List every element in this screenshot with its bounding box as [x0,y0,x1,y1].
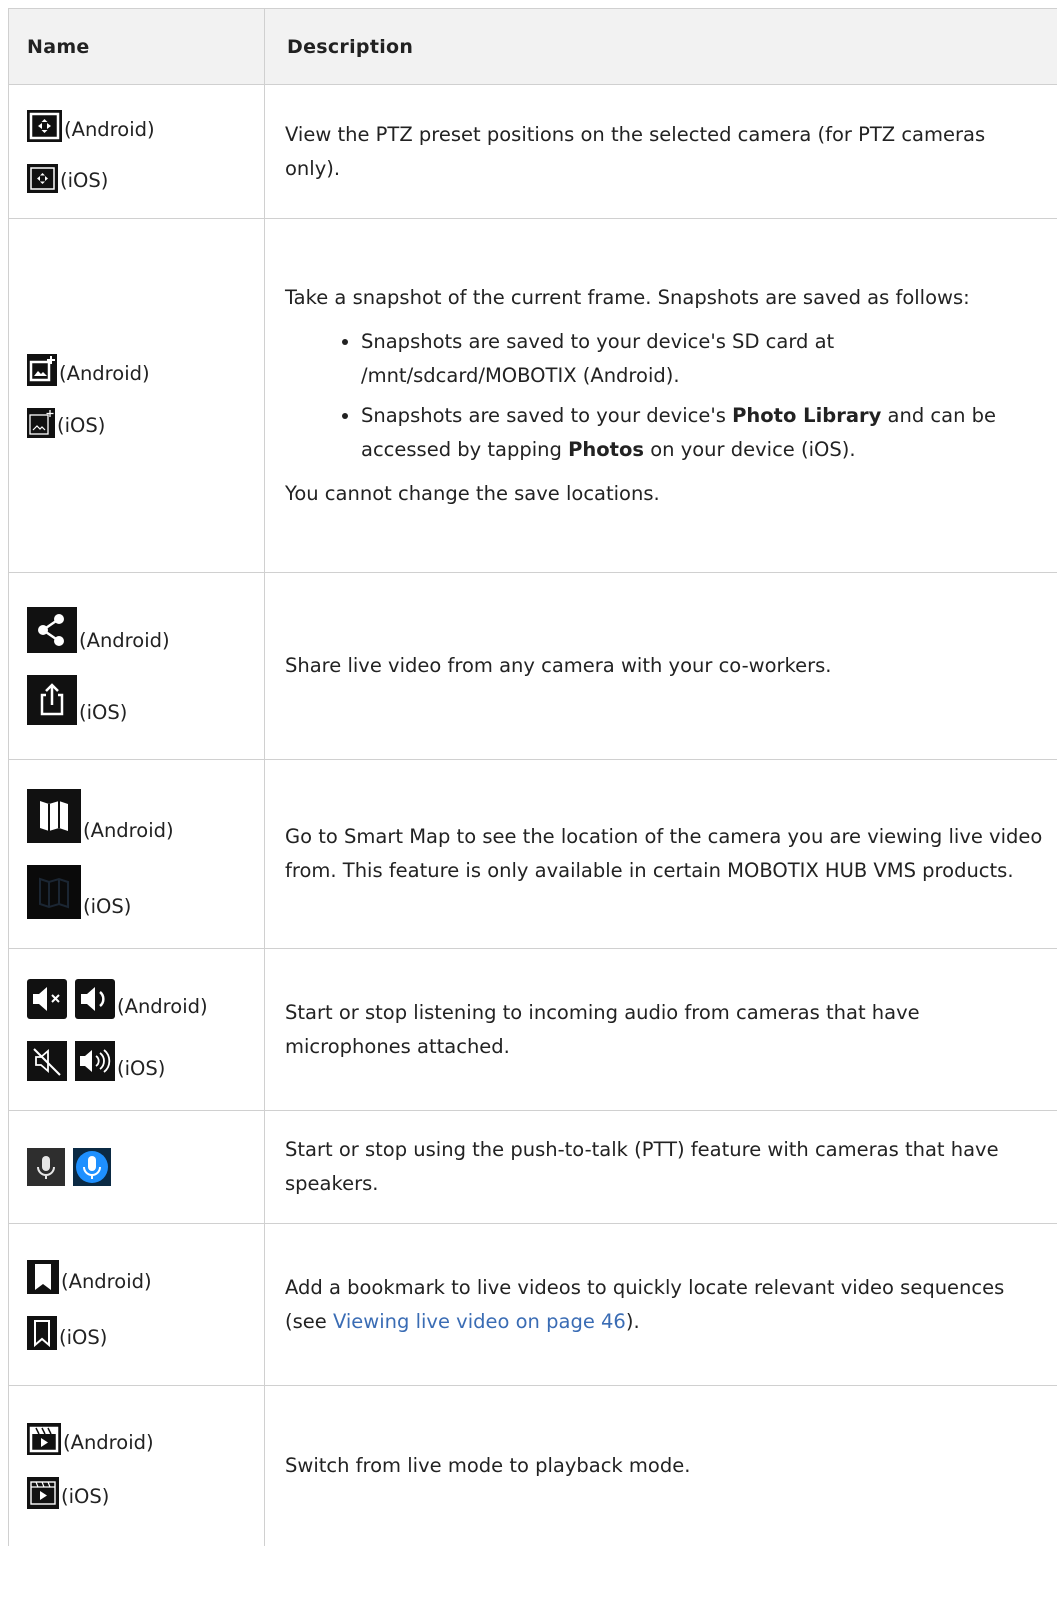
table-row: (Android) (iOS) Switch from live mode to… [9,1386,1057,1546]
description-cell: Go to Smart Map to see the location of t… [265,760,1057,948]
description-cell: Switch from live mode to playback mode. [265,1386,1057,1546]
android-label: (Android) [59,361,150,385]
table-row: (Android) (iOS) Take a snapshot of the c… [9,219,1057,573]
table-row: (Android) (iOS) Start or stop listening … [9,949,1057,1111]
column-header-name: Name [9,9,265,84]
speaker-on-icon[interactable] [75,978,115,1019]
speaker-on-ios-icon[interactable] [75,1040,115,1081]
ios-label: (iOS) [79,701,128,724]
icon-cell: (Android) (iOS) [9,1224,265,1385]
photos-term: Photos [568,437,645,461]
android-label: (Android) [83,819,174,842]
description-text: Share live video from any camera with yo… [285,654,832,677]
snapshot-ios-icon [27,407,55,438]
share-ios-icon [27,675,77,725]
ios-label: (iOS) [83,895,132,918]
android-label: (Android) [117,994,208,1018]
android-label: (Android) [63,1431,154,1454]
description-intro: Take a snapshot of the current frame. Sn… [285,285,970,309]
microphone-icon[interactable] [27,1148,65,1186]
description-outro: You cannot change the save locations. [285,481,660,505]
description-cell: Add a bookmark to live videos to quickly… [265,1224,1057,1385]
icon-cell: (Android) (iOS) [9,573,265,759]
icon-cell [9,1111,265,1223]
android-label: (Android) [79,629,170,652]
map-android-icon [27,789,81,843]
description-text: View the PTZ preset positions on the sel… [285,122,986,180]
icon-cell: (Android) (iOS) [9,1386,265,1546]
icon-reference-table: Name Description (Android) (iOS) View th… [8,8,1057,1546]
table-row: (Android) (iOS) Go to Smart Map to see t… [9,760,1057,949]
android-label: (Android) [64,118,155,141]
playback-android-icon [27,1423,61,1455]
ios-label: (iOS) [57,413,106,437]
photo-library-term: Photo Library [732,403,882,427]
description-text: Go to Smart Map to see the location of t… [285,825,1043,882]
table-row: Start or stop using the push-to-talk (PT… [9,1111,1057,1224]
table-row: (Android) (iOS) Share live video from an… [9,573,1057,760]
speaker-muted-icon[interactable] [27,978,67,1019]
bookmark-ios-icon [27,1315,57,1350]
map-ios-icon [27,865,81,919]
description-text: Add a bookmark to live videos to quickly… [285,1275,1005,1333]
table-row: (Android) (iOS) Add a bookmark to live v… [9,1224,1057,1386]
table-row: (Android) (iOS) View the PTZ preset posi… [9,85,1057,219]
snapshot-android-icon [27,353,57,386]
list-item: Snapshots are saved to your device's Pho… [361,399,1046,467]
description-cell: Take a snapshot of the current frame. Sn… [265,219,1057,572]
description-cell: View the PTZ preset positions on the sel… [265,85,1057,218]
android-label: (Android) [61,1269,152,1293]
ios-label: (iOS) [61,1485,110,1508]
speaker-muted-ios-icon[interactable] [27,1040,67,1081]
description-cell: Share live video from any camera with yo… [265,573,1057,759]
ios-label: (iOS) [59,1325,108,1349]
ios-label: (iOS) [60,169,109,192]
description-text: Start or stop listening to incoming audi… [285,1000,920,1058]
viewing-live-video-link[interactable]: Viewing live video on page 46 [333,1310,626,1333]
description-text: Start or stop using the push-to-talk (PT… [285,1138,999,1195]
ptz-preset-android-icon [27,110,62,142]
table-header: Name Description [9,9,1057,85]
playback-ios-icon [27,1477,59,1509]
description-cell: Start or stop listening to incoming audi… [265,949,1057,1110]
share-android-icon [27,607,77,653]
microphone-active-icon[interactable] [73,1148,111,1186]
ios-label: (iOS) [117,1056,166,1080]
icon-cell: (Android) (iOS) [9,949,265,1110]
icon-cell: (Android) (iOS) [9,85,265,218]
description-text: Switch from live mode to playback mode. [285,1454,691,1477]
icon-cell: (Android) (iOS) [9,760,265,948]
description-cell: Start or stop using the push-to-talk (PT… [265,1111,1057,1223]
icon-cell: (Android) (iOS) [9,219,265,572]
ptz-preset-ios-icon [27,164,58,193]
list-item: Snapshots are saved to your device's SD … [361,325,1046,393]
column-header-description: Description [287,35,414,58]
bookmark-android-icon [27,1259,59,1294]
bullet-list: Snapshots are saved to your device's SD … [285,319,1046,473]
